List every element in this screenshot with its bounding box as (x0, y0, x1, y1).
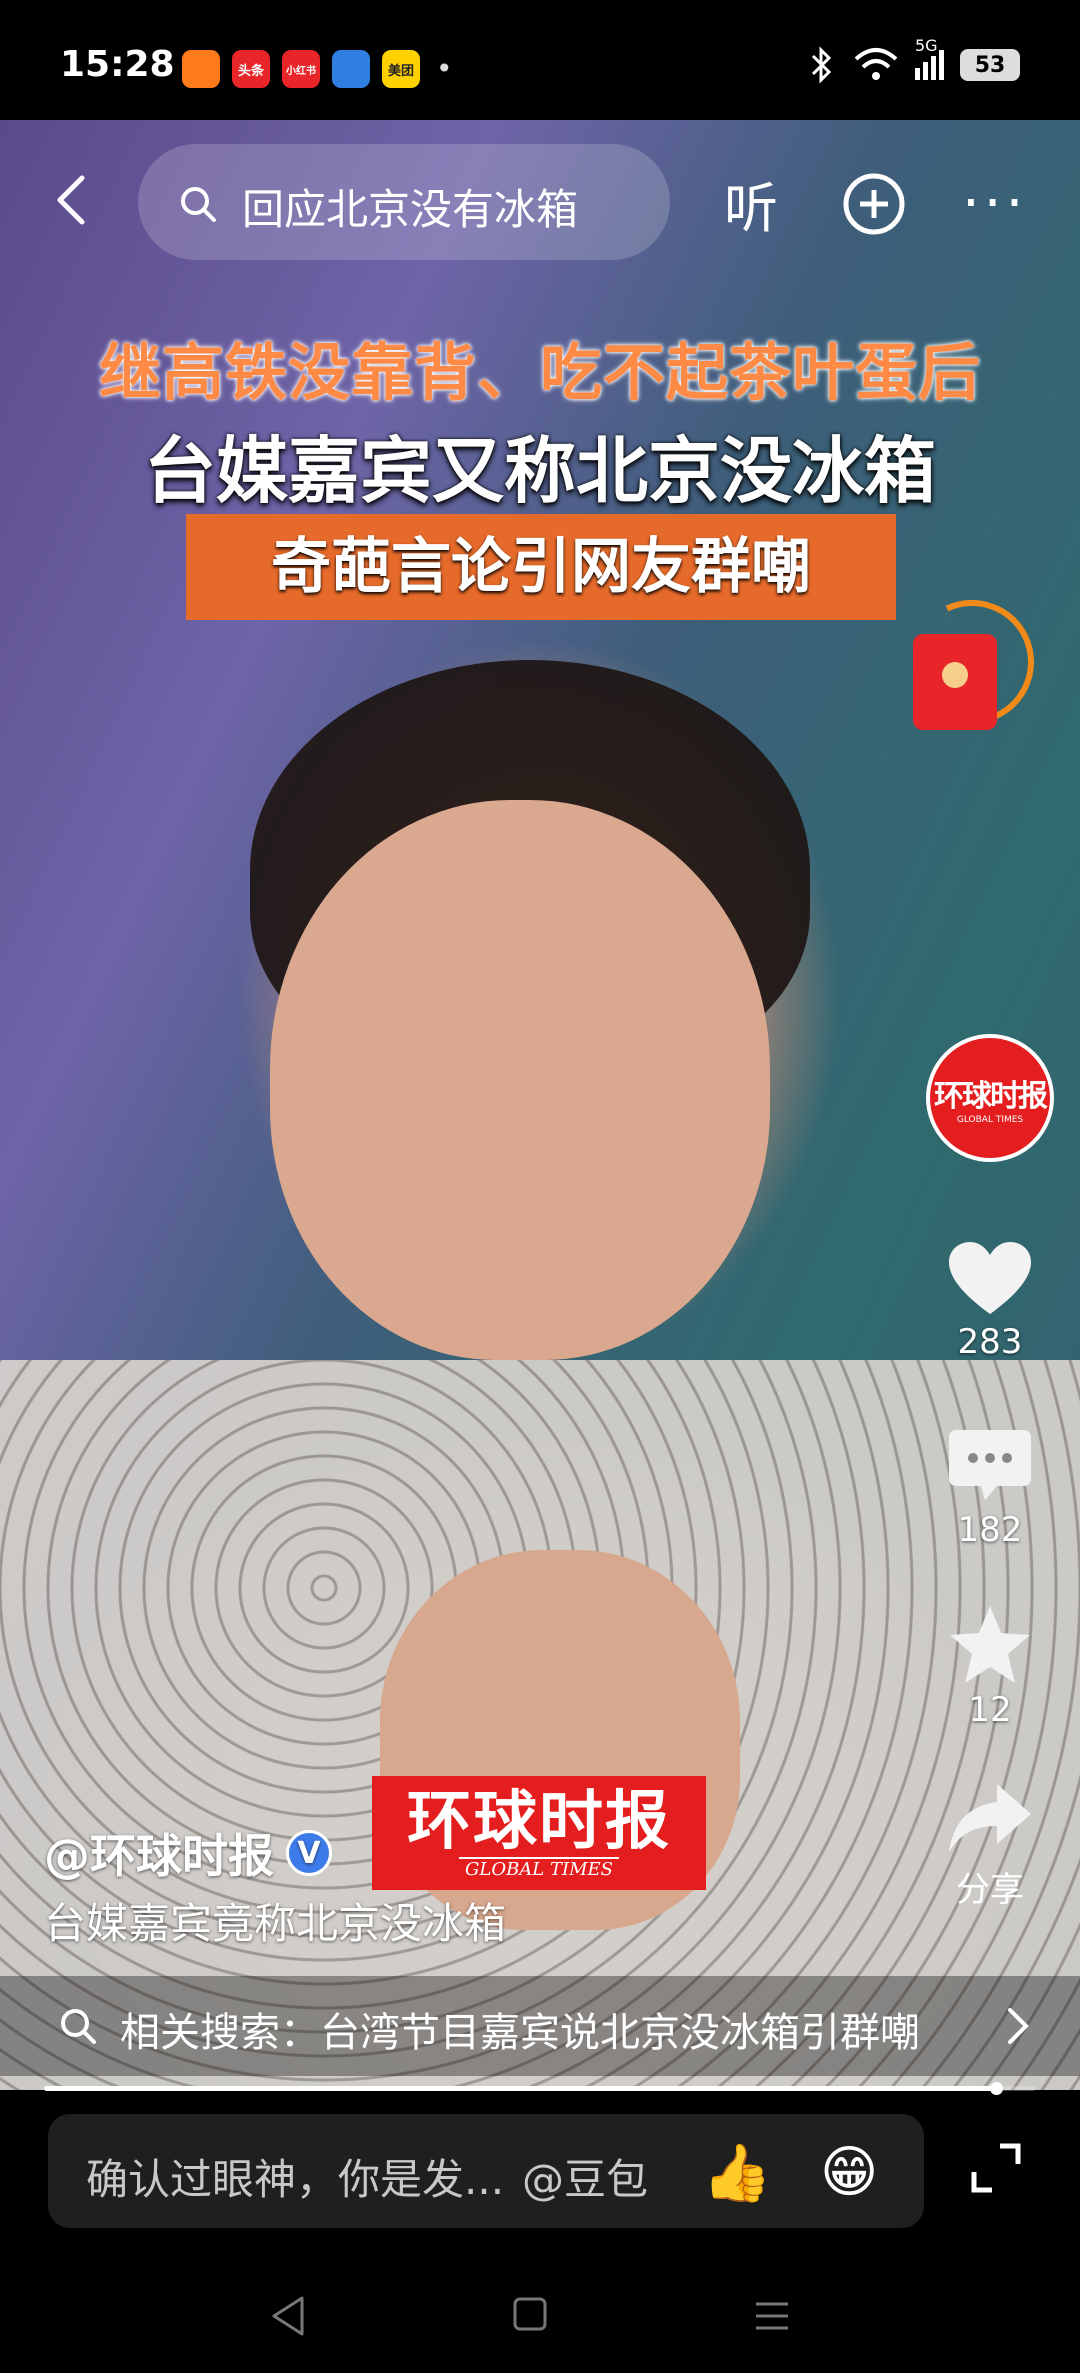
favorite-count: 12 (968, 1690, 1012, 1730)
related-search-text: 相关搜索：台湾节目嘉宾说北京没冰箱引群嘲 (120, 2010, 920, 2056)
headline-line-2: 台媒嘉宾又称北京没冰箱 (143, 429, 936, 513)
nav-home-icon[interactable] (512, 2296, 548, 2332)
author-name-link[interactable]: @环球时报 V (44, 1820, 332, 1886)
search-icon (61, 2009, 96, 2044)
status-bar: 15:28 头条 小红书 美团 • 5G 53 (0, 0, 1080, 120)
cellular-signal-icon: 5G (915, 36, 944, 80)
system-icons: 5G 53 (807, 36, 1020, 84)
doubao-mention-button[interactable]: @豆包 (522, 2146, 648, 2207)
comment-input-bar: 确认过眼神，你是发... @豆包 👍 😁 (0, 2096, 1080, 2276)
search-query-text: 回应北京没有冰箱 (242, 185, 579, 234)
listen-button[interactable]: 听 (724, 164, 778, 243)
video-subject-face (270, 800, 770, 1360)
notification-app-icons: 头条 小红书 美团 (182, 50, 420, 88)
verified-badge-icon: V (286, 1830, 332, 1876)
thumbs-up-emoji-button[interactable]: 👍 (702, 2140, 772, 2206)
watermark-chinese-text: 环球时报 (407, 1783, 671, 1859)
avatar-logo-subtext: GLOBAL TIMES (956, 1115, 1024, 1125)
share-arrow-icon (949, 1784, 1031, 1852)
search-bar[interactable]: 回应北京没有冰箱 (138, 144, 670, 260)
global-times-watermark: 环球时报 GLOBAL TIMES (372, 1776, 706, 1890)
share-label: 分享 (956, 1870, 1024, 1910)
bluetooth-icon (811, 46, 832, 84)
share-button[interactable]: 分享 (930, 1780, 1050, 1911)
video-app-icon (182, 50, 220, 88)
red-packet-reward-button[interactable] (892, 582, 1052, 742)
fullscreen-expand-icon[interactable] (970, 2142, 1022, 2194)
battery-indicator: 53 (960, 49, 1020, 81)
video-progress-bar[interactable] (44, 2082, 1036, 2095)
red-envelope-seal-icon (942, 662, 968, 688)
more-options-icon[interactable]: ··· (962, 176, 1027, 232)
toutiao-app-icon: 头条 (232, 50, 270, 88)
search-icon (181, 187, 216, 222)
more-notifications-dot-icon: • (436, 52, 453, 85)
author-name: @环球时报 (44, 1829, 274, 1883)
comment-input-placeholder: 确认过眼神，你是发... (86, 2155, 505, 2204)
meituan-app-icon: 美团 (382, 50, 420, 88)
favorite-button[interactable]: 12 (930, 1604, 1050, 1730)
like-count: 283 (957, 1322, 1023, 1362)
comment-bubble-icon (949, 1430, 1031, 1500)
xiaohongshu-app-icon: 小红书 (282, 50, 320, 88)
video-progress-thumb[interactable] (990, 2082, 1004, 2095)
like-button[interactable]: 283 (930, 1240, 1050, 1362)
heart-icon (949, 1242, 1031, 1314)
avatar-logo-text: 环球时报 (934, 1079, 1048, 1114)
video-caption[interactable]: 台媒嘉宾竟称北京没冰箱 (44, 1890, 506, 1951)
comment-count: 182 (957, 1510, 1023, 1550)
comment-input[interactable]: 确认过眼神，你是发... @豆包 👍 😁 (48, 2114, 924, 2228)
video-progress-fill (44, 2086, 997, 2091)
headline-line-1: 继高铁没靠背、吃不起茶叶蛋后 (98, 336, 981, 409)
status-time: 15:28 (60, 44, 175, 85)
watermark-english-text: GLOBAL TIMES (458, 1856, 619, 1880)
related-search-bar[interactable]: 相关搜索：台湾节目嘉宾说北京没冰箱引群嘲 (0, 1976, 1080, 2076)
system-navigation-bar (0, 2276, 1080, 2373)
add-circle-icon[interactable] (842, 172, 906, 236)
wifi-icon (854, 48, 898, 80)
comment-button[interactable]: 182 (930, 1428, 1050, 1550)
back-arrow-icon[interactable] (48, 174, 96, 226)
top-bar: 回应北京没有冰箱 听 ··· (0, 140, 1080, 260)
nav-back-icon[interactable] (268, 2294, 308, 2338)
headline-line-3-banner: 奇葩言论引网友群嘲 (186, 514, 896, 620)
nav-recents-icon[interactable] (752, 2296, 792, 2336)
author-avatar[interactable]: 环球时报 GLOBAL TIMES (926, 1034, 1054, 1162)
grin-emoji-button[interactable]: 😁 (820, 2140, 878, 2205)
star-icon (950, 1606, 1030, 1683)
chevron-right-icon (1008, 2008, 1029, 2044)
weather-app-icon (332, 50, 370, 88)
